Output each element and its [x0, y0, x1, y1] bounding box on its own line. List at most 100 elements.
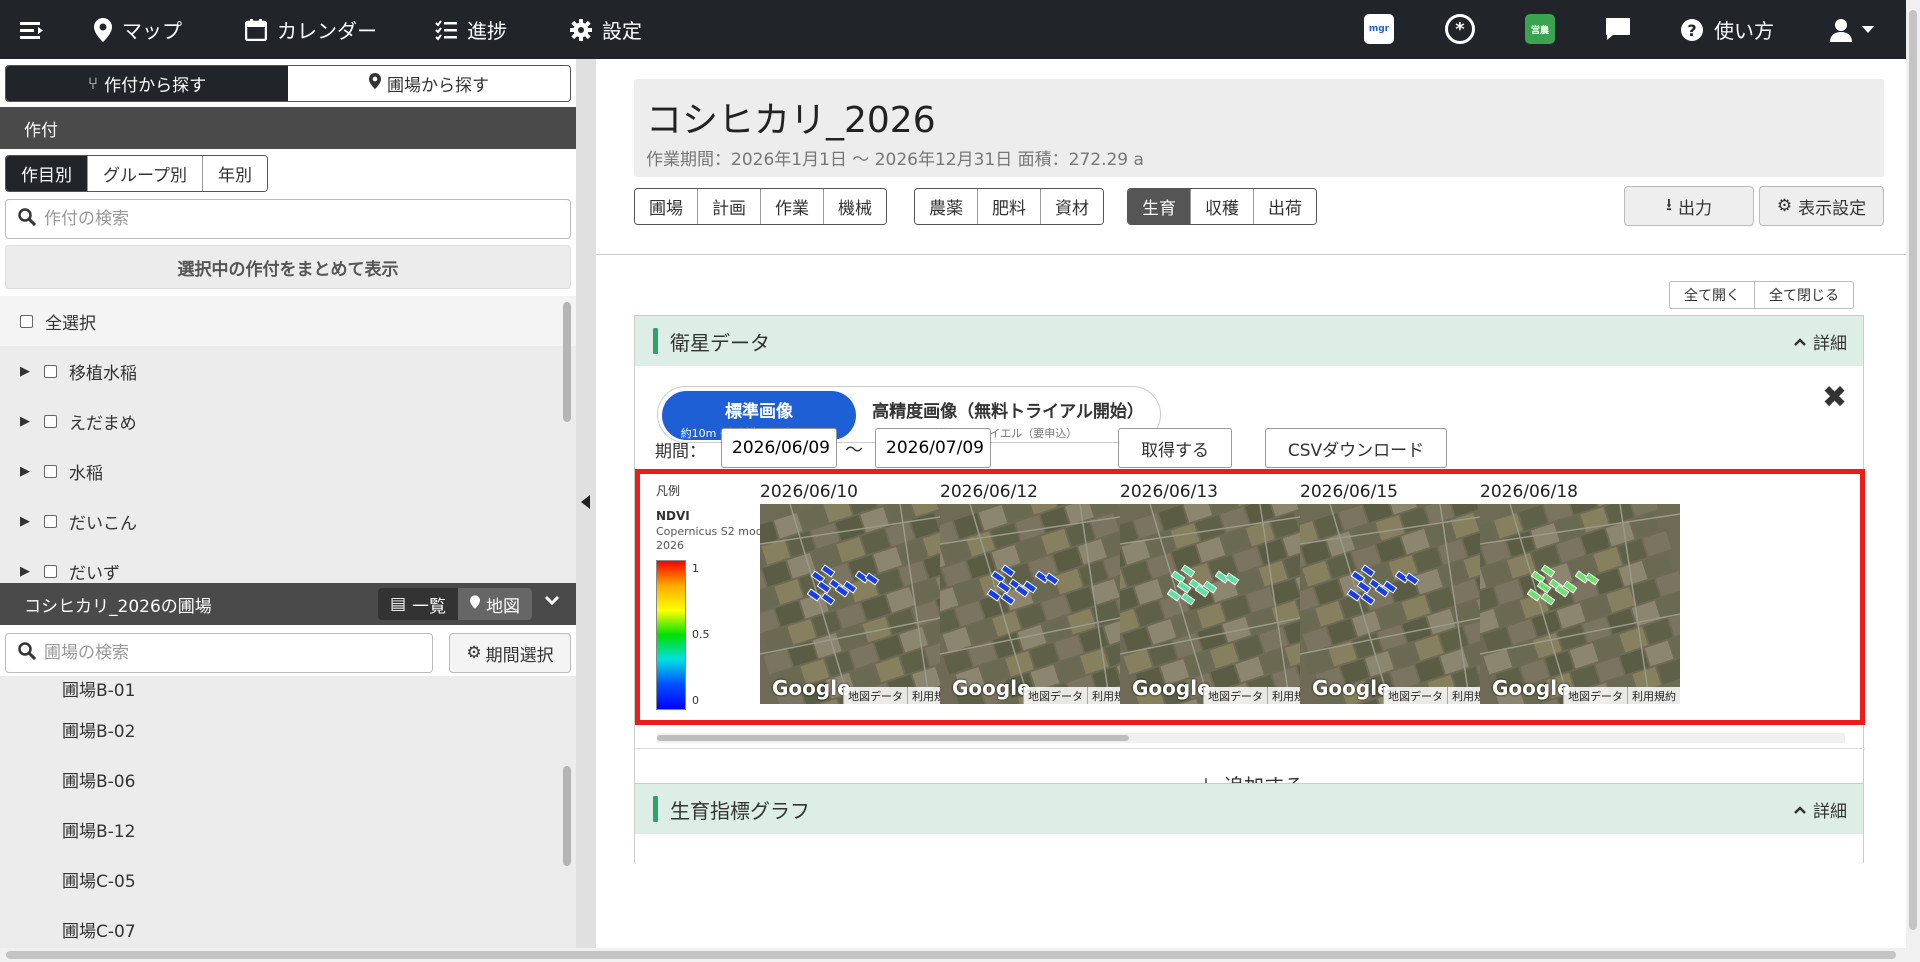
satellite-tile[interactable]: 2026/06/18 Google 地図データ 利用規約 — [1480, 482, 1680, 704]
nav-help[interactable]: ? 使い方 — [1680, 0, 1774, 59]
star-app-icon[interactable]: * — [1445, 14, 1475, 44]
satellite-tile[interactable]: 2026/06/10 Google 地図データ 利用規約 — [760, 482, 960, 704]
strip-horizontal-scrollbar[interactable] — [657, 733, 1845, 743]
tab-materials[interactable]: 資材 — [1041, 189, 1103, 224]
field-list-scrollbar[interactable] — [563, 766, 571, 866]
page-vscroll-thumb[interactable] — [1909, 10, 1917, 930]
crop-checkbox[interactable] — [44, 564, 57, 578]
nav-map[interactable]: マップ — [94, 0, 182, 59]
period-select-button[interactable]: ⚙ 期間選択 — [449, 633, 571, 673]
menu-toggle-icon[interactable] — [18, 16, 46, 44]
satellite-tile[interactable]: 2026/06/13 Google 地図データ 利用規約 — [1120, 482, 1320, 704]
field-view-map-button[interactable]: 地図 — [458, 588, 532, 620]
crop-checkbox[interactable] — [44, 514, 57, 528]
map-data-link[interactable]: 地図データ — [1563, 687, 1627, 704]
terms-link[interactable]: 利用規約 — [1627, 687, 1680, 704]
manager-app-icon[interactable]: mgr — [1364, 14, 1394, 44]
expand-triangle-icon[interactable]: ▶ — [20, 364, 32, 379]
fetch-button[interactable]: 取得する — [1118, 428, 1232, 468]
select-all-row[interactable]: 全選択 — [0, 296, 576, 346]
crop-search-input[interactable] — [44, 209, 570, 229]
list-item[interactable]: ▶ 水稲 — [0, 446, 576, 496]
close-icon[interactable]: ✖ — [1822, 380, 1847, 415]
tab-field[interactable]: 圃場 — [635, 189, 698, 224]
satellite-tile[interactable]: 2026/06/12 Google 地図データ 利用規約 — [940, 482, 1140, 704]
panel-collapse-handle[interactable] — [576, 59, 596, 948]
strip-scroll-thumb[interactable] — [657, 735, 1129, 741]
map-data-link[interactable]: 地図データ — [1383, 687, 1447, 704]
tab-pesticide[interactable]: 農薬 — [915, 189, 978, 224]
select-all-label: 全選択 — [45, 313, 96, 334]
caret-left-icon — [581, 494, 591, 514]
collapse-all-button[interactable]: 全て閉じる — [1755, 282, 1853, 308]
field-view-list-button[interactable]: ▤ 一覧 — [377, 588, 458, 620]
map-data-link[interactable]: 地図データ — [1203, 687, 1267, 704]
map-data-link[interactable]: 地図データ — [1023, 687, 1087, 704]
select-all-checkbox[interactable] — [20, 314, 33, 328]
tab-by-year[interactable]: 年別 — [202, 156, 267, 191]
satellite-map-image[interactable]: Google 地図データ 利用規約 — [1480, 504, 1680, 704]
page-vertical-scrollbar[interactable] — [1906, 0, 1920, 948]
crop-search-box — [5, 199, 571, 239]
tab-by-group[interactable]: グループ別 — [88, 156, 203, 191]
date-to-input[interactable] — [886, 438, 990, 458]
list-item[interactable]: 圃場B-12 — [0, 804, 576, 854]
expand-triangle-icon[interactable]: ▶ — [20, 414, 32, 429]
search-icon — [18, 207, 37, 231]
map-data-link[interactable]: 地図データ — [843, 687, 907, 704]
nav-settings[interactable]: 設定 — [570, 0, 642, 59]
nav-progress[interactable]: 進捗 — [435, 0, 507, 59]
svg-text:?: ? — [1687, 21, 1696, 40]
tab-shipping[interactable]: 出荷 — [1254, 189, 1316, 224]
satellite-detail-toggle[interactable]: 詳細 — [1793, 329, 1847, 354]
tab-search-by-crop[interactable]: ⑂ 作付から探す — [6, 66, 288, 101]
nav-calendar[interactable]: カレンダー — [245, 0, 377, 59]
list-item[interactable]: ▶ だいず — [0, 546, 576, 584]
tab-growth[interactable]: 生育 — [1128, 189, 1191, 224]
list-item[interactable]: ▶ 移植水稲 — [0, 346, 576, 396]
chevron-down-icon[interactable] — [544, 592, 560, 612]
list-item[interactable]: 圃場C-05 — [0, 854, 576, 904]
satellite-map-image[interactable]: Google 地図データ 利用規約 — [1120, 504, 1320, 704]
list-item[interactable]: ▶ えだまめ — [0, 396, 576, 446]
date-from-input[interactable] — [732, 438, 836, 458]
expand-all-button[interactable]: 全て開く — [1670, 282, 1755, 308]
list-item[interactable]: 圃場B-06 — [0, 754, 576, 804]
crop-checkbox[interactable] — [44, 414, 57, 428]
display-settings-button[interactable]: ⚙ 表示設定 — [1759, 186, 1884, 226]
list-item[interactable]: 圃場B-02 — [0, 704, 576, 754]
csv-download-button[interactable]: CSVダウンロード — [1265, 428, 1447, 468]
crop-checkbox[interactable] — [44, 364, 57, 378]
chat-icon[interactable] — [1603, 14, 1633, 44]
list-item[interactable]: ▶ だいこん — [0, 496, 576, 546]
page-horizontal-scrollbar[interactable] — [0, 948, 1920, 962]
satellite-map-image[interactable]: Google 地図データ 利用規約 — [760, 504, 960, 704]
tab-plan[interactable]: 計画 — [698, 189, 761, 224]
satellite-tile[interactable]: 2026/06/15 Google 地図データ 利用規約 — [1300, 482, 1500, 704]
tab-by-crop-type[interactable]: 作目別 — [6, 156, 88, 191]
crop-list-scrollbar[interactable] — [563, 302, 571, 422]
tab-fertilizer[interactable]: 肥料 — [978, 189, 1041, 224]
satellite-map-image[interactable]: Google 地図データ 利用規約 — [1300, 504, 1500, 704]
show-selected-crops-button[interactable]: 選択中の作付をまとめて表示 — [5, 245, 571, 289]
expand-triangle-icon[interactable]: ▶ — [20, 514, 32, 529]
page-hscroll-thumb[interactable] — [6, 951, 1896, 959]
export-button[interactable]: ⭳ 出力 — [1624, 186, 1754, 226]
list-item[interactable]: 圃場B-01 — [0, 676, 576, 704]
top-navbar: マップ カレンダー 進捗 設定 mgr * 営農 ? 使い方 — [0, 0, 1920, 59]
list-item[interactable]: 圃場C-07 — [0, 904, 576, 948]
tab-search-by-field[interactable]: 圃場から探す — [288, 66, 570, 101]
tab-work[interactable]: 作業 — [761, 189, 824, 224]
expand-triangle-icon[interactable]: ▶ — [20, 564, 32, 579]
tab-harvest[interactable]: 収穫 — [1191, 189, 1254, 224]
manager-app-label: mgr — [1368, 24, 1390, 34]
expand-triangle-icon[interactable]: ▶ — [20, 464, 32, 479]
growth-detail-toggle[interactable]: 詳細 — [1793, 797, 1847, 822]
farming-app-icon[interactable]: 営農 — [1525, 14, 1555, 44]
tab-machinery[interactable]: 機械 — [824, 189, 886, 224]
satellite-panel-header: 衛星データ 詳細 — [635, 316, 1863, 366]
user-menu[interactable] — [1830, 0, 1874, 59]
field-search-input[interactable] — [44, 643, 432, 663]
satellite-map-image[interactable]: Google 地図データ 利用規約 — [940, 504, 1140, 704]
crop-checkbox[interactable] — [44, 464, 57, 478]
